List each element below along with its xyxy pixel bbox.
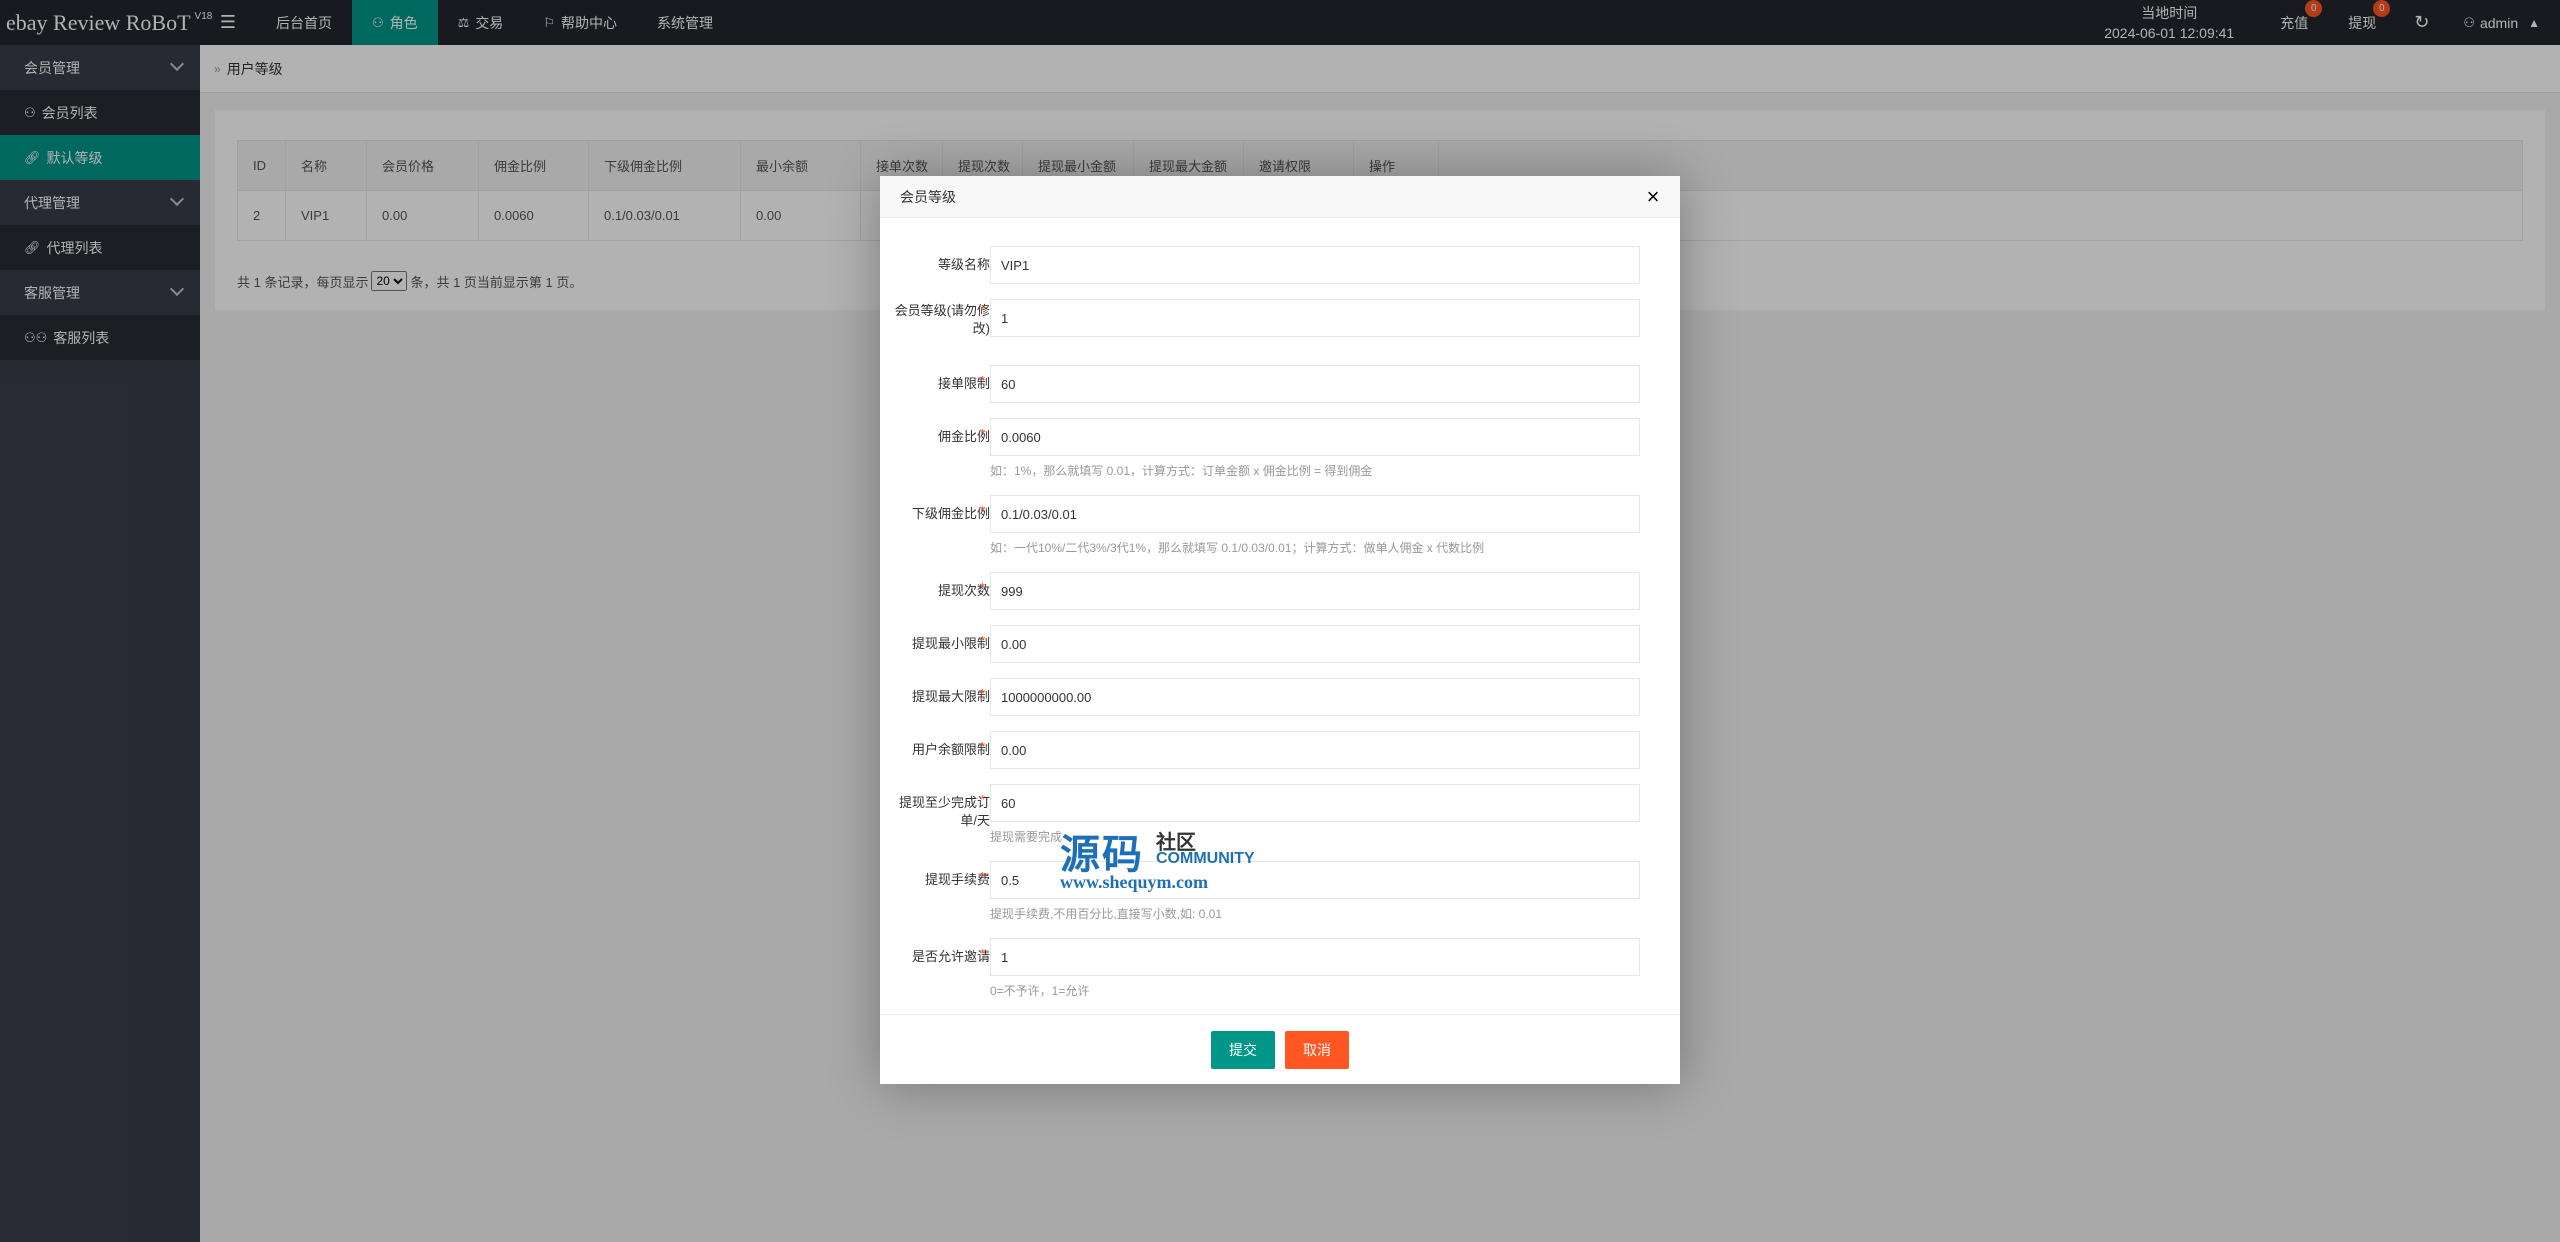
- required-mark: *: [980, 869, 986, 884]
- dialog-title: 会员等级: [880, 176, 1680, 218]
- commission-input[interactable]: [990, 418, 1640, 456]
- field-label: 等级名称: [937, 257, 990, 272]
- field-tip: 如：一代10%/二代3%/3代1%，那么就填写 0.1/0.03/0.01；计算…: [990, 541, 1485, 555]
- required-mark: *: [980, 373, 986, 388]
- field-label: 提现至少完成订单/天: [898, 795, 990, 828]
- order-limit-input[interactable]: [990, 365, 1640, 403]
- balance-limit-input[interactable]: [990, 731, 1640, 769]
- withdraw-count-input[interactable]: [990, 572, 1640, 610]
- watermark-community: COMMUNITY: [1156, 850, 1255, 867]
- level-input[interactable]: [990, 299, 1640, 337]
- field-label: 提现次数: [937, 583, 990, 598]
- sub-commission-input[interactable]: [990, 495, 1640, 533]
- member-level-dialog: 会员等级 × 等级名称 会员等级(请勿修改) * 接单限制 * 佣金比例 * 如…: [880, 176, 1680, 1084]
- required-mark: *: [980, 792, 986, 807]
- field-tip: 如：1%，那么就填写 0.01，计算方式：订单金额 x 佣金比例 = 得到佣金: [990, 464, 1373, 478]
- field-label: 是否允许邀请: [911, 949, 990, 964]
- required-mark: *: [980, 946, 986, 961]
- withdraw-max-input[interactable]: [990, 678, 1640, 716]
- required-mark: *: [980, 633, 986, 648]
- field-label: 接单限制: [937, 376, 990, 391]
- field-tip: 提现手续费,不用百分比,直接写小数,如: 0.01: [990, 907, 1223, 921]
- cancel-button[interactable]: 取消: [1285, 1030, 1349, 1069]
- field-tip: 0=不予许，1=允许: [990, 984, 1090, 998]
- required-mark: *: [980, 739, 986, 754]
- allow-invite-input[interactable]: [990, 938, 1640, 976]
- required-mark: *: [980, 580, 986, 595]
- field-label: 提现最小限制: [911, 636, 990, 651]
- required-mark: *: [980, 503, 986, 518]
- field-label: 佣金比例: [937, 429, 990, 444]
- watermark: 源码 社区 COMMUNITY www.shequym.com: [1060, 820, 1280, 898]
- min-orders-input[interactable]: [990, 784, 1640, 822]
- field-label: 提现手续费: [924, 872, 990, 887]
- withdraw-min-input[interactable]: [990, 625, 1640, 663]
- field-label: 下级佣金比例: [911, 506, 990, 521]
- field-label: 提现最大限制: [911, 689, 990, 704]
- level-name-input[interactable]: [990, 246, 1640, 284]
- watermark-url: www.shequym.com: [1060, 872, 1209, 892]
- required-mark: *: [980, 426, 986, 441]
- field-label: 会员等级(请勿修改): [894, 303, 990, 336]
- field-label: 用户余额限制: [911, 742, 990, 757]
- dialog-footer: 提交 取消: [880, 1014, 1680, 1084]
- close-icon[interactable]: ×: [1640, 184, 1666, 210]
- field-tip: 提现需要完成: [990, 830, 1063, 844]
- required-mark: *: [980, 686, 986, 701]
- submit-button[interactable]: 提交: [1211, 1030, 1275, 1069]
- required-mark: *: [980, 302, 986, 317]
